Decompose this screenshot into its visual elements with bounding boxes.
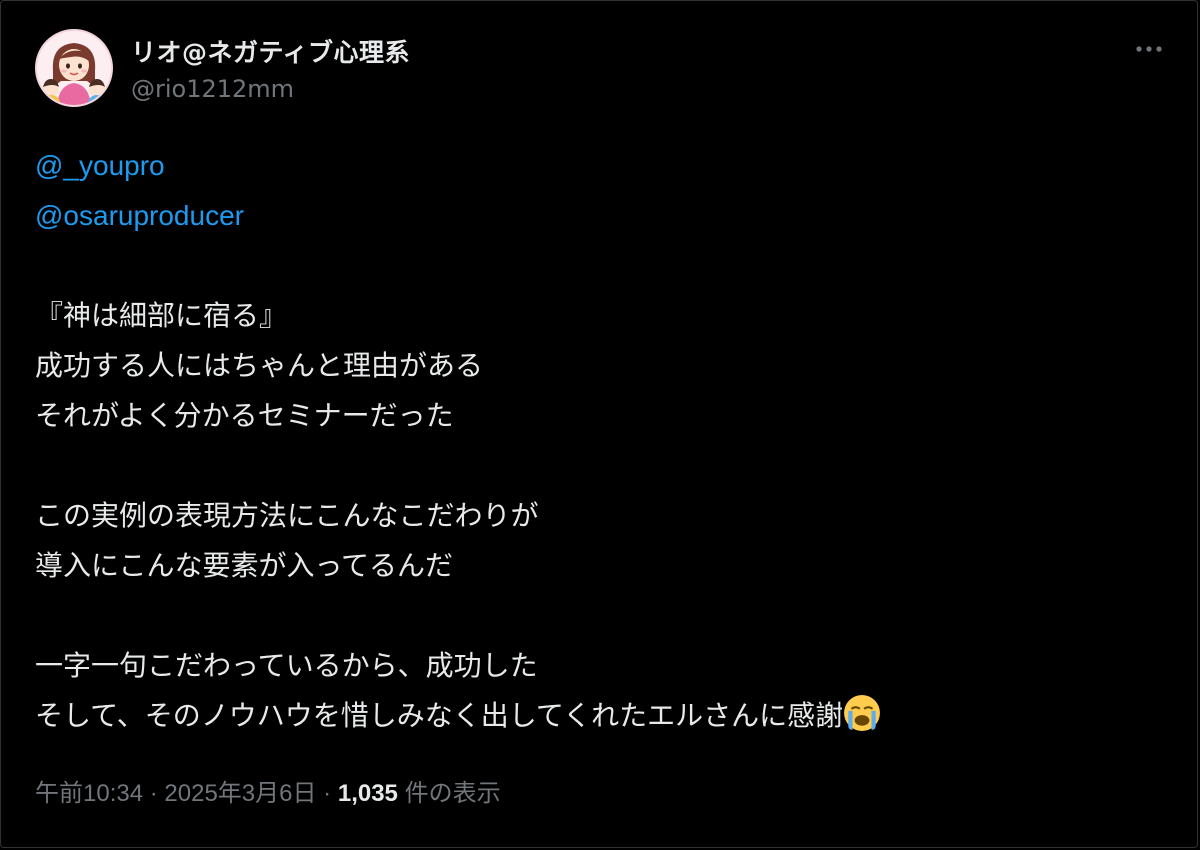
more-options-button[interactable]	[1129, 31, 1169, 67]
more-horizontal-icon	[1136, 46, 1162, 52]
tweet-line-text: そして、そのノウハウを惜しみなく出してくれたエルさんに感謝	[35, 699, 844, 732]
mention-link[interactable]: @_youpro	[35, 141, 881, 191]
tweet-text: @_youpro @osaruproducer 『神は細部に宿る』 成功する人に…	[35, 141, 881, 741]
tweet-line: この実例の表現方法にこんなこだわりが	[35, 499, 539, 532]
views-count[interactable]: 1,035	[338, 780, 398, 807]
tweet-line: 一字一句こだわっているから、成功した	[35, 649, 538, 682]
meta-separator: ·	[149, 780, 158, 807]
tweet-line: 成功する人にはちゃんと理由がある	[35, 349, 484, 382]
tweet-line-last: そして、そのノウハウを惜しみなく出してくれたエルさんに感謝	[35, 691, 881, 741]
divider	[35, 847, 1163, 848]
tweet-time[interactable]: 午前10:34	[35, 780, 143, 807]
display-name[interactable]: リオ@ネガティブ心理系	[131, 33, 410, 69]
tweet-line: それがよく分かるセミナーだった	[35, 399, 454, 432]
tweet-meta: 午前10:34 · 2025年3月6日 · 1,035 件の表示	[35, 773, 501, 808]
meta-separator: ·	[323, 780, 332, 807]
avatar[interactable]	[35, 29, 113, 107]
tweet-card: リオ@ネガティブ心理系 @rio1212mm @_youpro @osarupr…	[0, 0, 1198, 848]
tweet-line: 『神は細部に宿る』	[35, 299, 288, 332]
avatar-illustration	[37, 31, 111, 105]
loudly-crying-face-icon	[844, 695, 881, 731]
tweet-date[interactable]: 2025年3月6日	[164, 780, 316, 807]
mention-link[interactable]: @osaruproducer	[35, 191, 881, 241]
user-handle[interactable]: @rio1212mm	[131, 75, 294, 103]
tweet-line: 導入にこんな要素が入ってるんだ	[35, 549, 454, 582]
views-label: 件の表示	[404, 780, 501, 807]
